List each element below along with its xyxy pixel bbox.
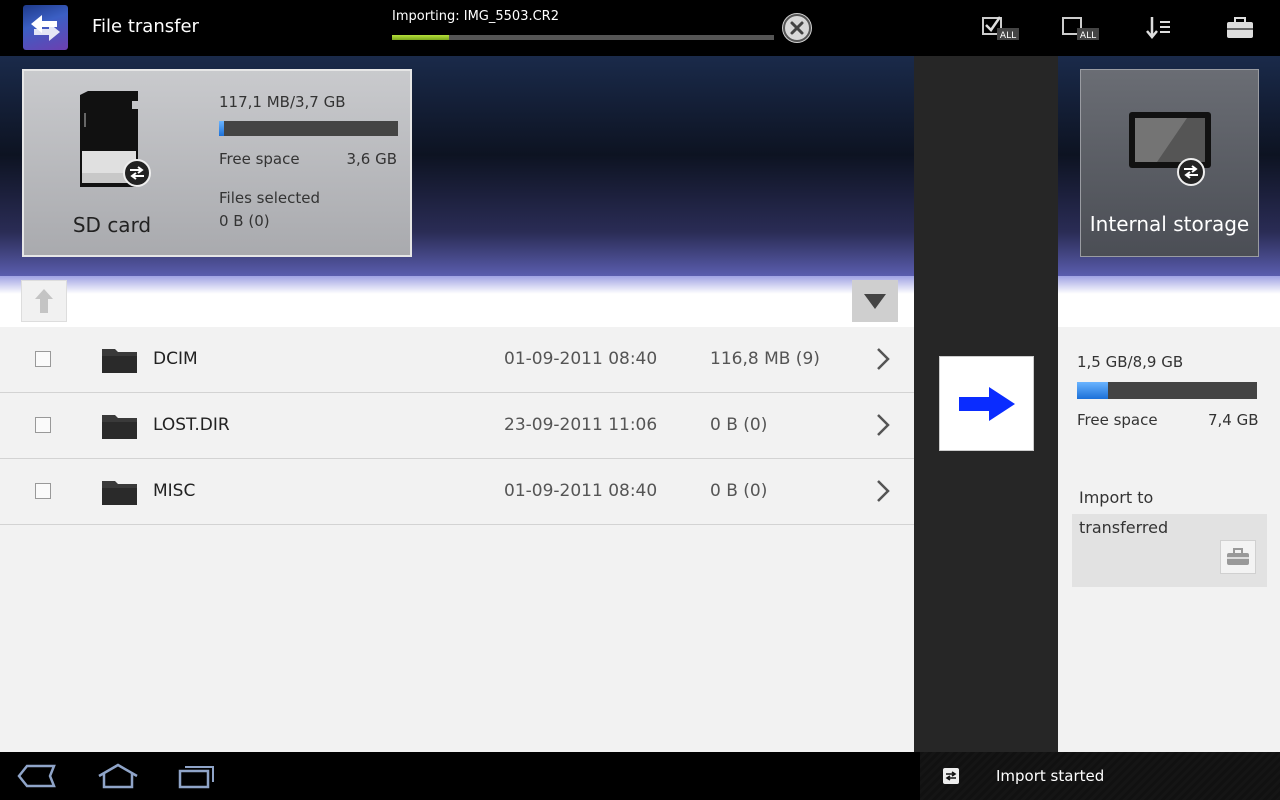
chevron-right-icon bbox=[877, 480, 890, 502]
chevron-down-icon bbox=[864, 294, 886, 309]
list-item[interactable]: MISC 01-09-2011 08:40 0 B (0) bbox=[0, 459, 914, 525]
source-storage-name: SD card bbox=[72, 213, 152, 237]
close-icon bbox=[783, 14, 811, 42]
file-size: 116,8 MB (9) bbox=[710, 349, 820, 369]
sort-order-icon bbox=[1146, 17, 1170, 39]
file-date: 23-09-2011 11:06 bbox=[504, 415, 658, 435]
import-folder-name: transferred bbox=[1079, 518, 1169, 537]
source-free-value: 3,6 GB bbox=[346, 150, 397, 168]
source-capacity-fill bbox=[219, 121, 225, 136]
file-size: 0 B (0) bbox=[710, 481, 768, 501]
app-icon[interactable] bbox=[23, 5, 68, 50]
chevron-right-icon bbox=[877, 414, 890, 436]
destination-storage-card[interactable]: Internal storage bbox=[1080, 69, 1259, 257]
destination-free-label: Free space bbox=[1077, 411, 1158, 429]
chevron-right-icon bbox=[877, 348, 890, 370]
app-title: File transfer bbox=[92, 16, 199, 37]
parent-folder-button[interactable] bbox=[21, 280, 67, 322]
list-item[interactable]: LOST.DIR 23-09-2011 11:06 0 B (0) bbox=[0, 393, 914, 459]
file-date: 01-09-2011 08:40 bbox=[504, 349, 658, 369]
tools-button[interactable] bbox=[1220, 14, 1260, 42]
recent-apps-icon[interactable] bbox=[177, 762, 217, 790]
folder-icon bbox=[102, 415, 137, 439]
up-arrow-icon bbox=[35, 289, 53, 313]
import-folder-selector[interactable]: transferred bbox=[1072, 514, 1267, 587]
action-bar: File transfer Importing: IMG_5503.CR2 AL… bbox=[0, 0, 1280, 56]
file-name: LOST.DIR bbox=[153, 415, 230, 435]
notification-area[interactable]: Import started bbox=[920, 752, 1280, 800]
destination-storage-name: Internal storage bbox=[1089, 212, 1250, 236]
file-size: 0 B (0) bbox=[710, 415, 768, 435]
list-toolbar bbox=[0, 276, 914, 327]
source-storage-card[interactable]: SD card 117,1 MB/3,7 GB Free space 3,6 G… bbox=[22, 69, 412, 257]
file-date: 01-09-2011 08:40 bbox=[504, 481, 658, 501]
select-all-icon: ALL bbox=[982, 16, 1019, 41]
back-icon[interactable] bbox=[17, 762, 57, 790]
destination-capacity: 1,5 GB/8,9 GB bbox=[1077, 353, 1184, 371]
destination-free-value: 7,4 GB bbox=[1208, 411, 1259, 429]
folder-icon bbox=[102, 481, 137, 505]
svg-text:ALL: ALL bbox=[1080, 31, 1096, 41]
svg-text:ALL: ALL bbox=[1000, 31, 1016, 41]
source-free-label: Free space bbox=[219, 150, 300, 168]
destination-capacity-bar bbox=[1077, 382, 1257, 399]
transfer-notification-icon bbox=[943, 768, 959, 784]
destination-toolbar bbox=[1058, 276, 1280, 327]
row-checkbox[interactable] bbox=[35, 483, 51, 499]
import-progress-fill bbox=[392, 35, 450, 40]
swap-icon bbox=[1177, 158, 1205, 186]
list-item[interactable]: DCIM 01-09-2011 08:40 116,8 MB (9) bbox=[0, 327, 914, 393]
destination-capacity-fill bbox=[1077, 382, 1108, 399]
sort-order-button[interactable] bbox=[1140, 14, 1180, 42]
list-options-dropdown[interactable] bbox=[852, 280, 898, 322]
select-all-button[interactable]: ALL bbox=[981, 14, 1021, 42]
files-selected-value: 0 B (0) bbox=[219, 212, 270, 230]
source-capacity-bar bbox=[219, 121, 398, 136]
row-checkbox[interactable] bbox=[35, 417, 51, 433]
notification-text: Import started bbox=[996, 767, 1105, 785]
file-list: DCIM 01-09-2011 08:40 116,8 MB (9) LOST.… bbox=[0, 327, 914, 752]
import-status-label: Importing: IMG_5503.CR2 bbox=[392, 9, 559, 24]
arrow-right-icon bbox=[958, 386, 1015, 421]
toolbox-icon bbox=[1227, 17, 1253, 38]
file-name: MISC bbox=[153, 481, 196, 501]
deselect-all-button[interactable]: ALL bbox=[1061, 14, 1101, 42]
transfer-button[interactable] bbox=[939, 356, 1034, 451]
swap-icon bbox=[123, 159, 151, 187]
file-name: DCIM bbox=[153, 349, 198, 369]
deselect-all-icon: ALL bbox=[1062, 17, 1099, 41]
files-selected-label: Files selected bbox=[219, 189, 321, 207]
import-progress-bar bbox=[392, 35, 774, 40]
choose-folder-button[interactable] bbox=[1220, 540, 1256, 574]
source-capacity: 117,1 MB/3,7 GB bbox=[219, 93, 346, 111]
row-checkbox[interactable] bbox=[35, 351, 51, 367]
folder-icon bbox=[102, 349, 137, 373]
home-icon[interactable] bbox=[96, 762, 140, 790]
cancel-import-button[interactable] bbox=[782, 13, 812, 43]
import-to-label: Import to bbox=[1079, 488, 1154, 507]
toolbox-icon bbox=[1227, 548, 1249, 565]
